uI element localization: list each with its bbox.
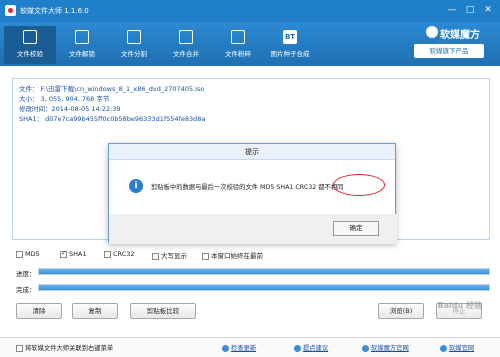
- website-link[interactable]: 软媒魔方官网: [362, 343, 409, 352]
- crc32-option[interactable]: CRC32: [104, 250, 135, 258]
- app-icon: [5, 5, 16, 16]
- md5-option[interactable]: MD5: [16, 250, 40, 258]
- watermark: Baidu 经验: [437, 301, 482, 310]
- file-path: 文件： F:\迅雷下载\cn_windows_8_1_x86_dvd_27074…: [19, 85, 205, 93]
- products-button[interactable]: 软媒旗下产品: [414, 44, 484, 58]
- cube-icon: [362, 344, 369, 352]
- dialog-message: 剪贴板中的数据与最后一次校验的文件 MD5 SHA1 CRC32 都不相同: [151, 184, 344, 191]
- bt-icon: BT: [283, 30, 297, 44]
- feedback-icon: [294, 344, 301, 352]
- tab-label: 图片种子合成: [270, 50, 310, 58]
- check-update-link[interactable]: 检查更新: [222, 343, 256, 352]
- sha1-label: SHA1: [69, 250, 87, 258]
- clipboard-compare-button[interactable]: 剪贴板比较: [130, 303, 196, 319]
- file-size: 大小： 3, 055, 904, 768 字节: [19, 95, 110, 103]
- uppercase-checkbox[interactable]: [152, 252, 159, 260]
- lock-icon: [75, 30, 89, 44]
- feedback-link[interactable]: 提点建议: [294, 343, 328, 352]
- official-site-label: 软媒官网: [449, 345, 475, 352]
- main-toolbar: 文件校验 文件解锁 文件分割 文件合并 文件粉碎 BT 图片种子合成 软媒魔方 …: [0, 22, 500, 66]
- close-button[interactable]: ✕: [480, 3, 496, 17]
- crc32-checkbox[interactable]: [104, 250, 111, 258]
- split-icon: [127, 30, 141, 44]
- globe-icon: [440, 344, 447, 352]
- tab-label: 文件粉碎: [225, 50, 251, 58]
- clear-button[interactable]: 清除: [16, 303, 62, 319]
- tab-file-unlock[interactable]: 文件解锁: [56, 26, 108, 64]
- complete-bar: [38, 284, 490, 291]
- md5-label: MD5: [25, 250, 40, 258]
- sha1-checkbox[interactable]: [60, 249, 67, 258]
- tab-file-merge[interactable]: 文件合并: [160, 26, 212, 64]
- dialog-footer: 确定: [109, 214, 397, 244]
- uppercase-option[interactable]: 大写显示: [152, 250, 187, 260]
- sha1-value: SHA1： d07e7ca99b455ff0c0b58be96333d1f554…: [19, 115, 206, 123]
- title-bar: 软媒文件大师 1.1.6.0 — □ ✕: [0, 0, 500, 22]
- modified-time: 修改时间：2014-08-05 14:22:39: [19, 105, 121, 113]
- complete-label: 完成：: [16, 286, 36, 294]
- dialog-title: 提示: [109, 144, 395, 160]
- tab-file-check[interactable]: 文件校验: [4, 26, 56, 64]
- tab-image-torrent[interactable]: BT 图片种子合成: [264, 26, 316, 64]
- prompt-dialog: 提示 i 剪贴板中的数据与最后一次校验的文件 MD5 SHA1 CRC32 都不…: [108, 143, 397, 244]
- window-title: 软媒文件大师 1.1.6.0: [20, 7, 89, 15]
- topmost-label: 本窗口始终在最前: [211, 252, 263, 260]
- shredder-icon: [231, 30, 245, 44]
- progress-fill: [39, 269, 489, 274]
- crc32-label: CRC32: [113, 250, 135, 258]
- file-check-icon: [23, 30, 37, 44]
- topmost-option[interactable]: 本窗口始终在最前: [202, 250, 263, 260]
- window-controls: — □ ✕: [444, 3, 496, 17]
- website-label: 软媒魔方官网: [371, 345, 409, 352]
- tab-file-shred[interactable]: 文件粉碎: [212, 26, 264, 64]
- md5-checkbox[interactable]: [16, 250, 23, 258]
- context-menu-checkbox[interactable]: [16, 344, 23, 352]
- tab-file-split[interactable]: 文件分割: [108, 26, 160, 64]
- topmost-checkbox[interactable]: [202, 252, 209, 260]
- copy-button[interactable]: 复制: [72, 303, 118, 319]
- complete-fill: [39, 285, 489, 290]
- uppercase-label: 大写显示: [161, 252, 187, 260]
- update-icon: [222, 344, 229, 352]
- tab-label: 文件解锁: [69, 50, 95, 58]
- check-update-label: 检查更新: [231, 345, 257, 352]
- minimize-button[interactable]: —: [444, 3, 460, 17]
- maximize-button[interactable]: □: [462, 3, 478, 17]
- official-site-link[interactable]: 软媒官网: [440, 343, 474, 352]
- progress-bar: [38, 268, 490, 275]
- brand-logo-icon: [426, 26, 438, 38]
- tab-label: 文件校验: [17, 50, 43, 58]
- feedback-label: 提点建议: [303, 345, 329, 352]
- info-icon: i: [129, 179, 143, 193]
- context-menu-option[interactable]: 将软媒文件大师关联到右键菜单: [16, 343, 113, 352]
- tab-label: 文件合并: [173, 50, 199, 58]
- browse-button[interactable]: 浏览(B): [378, 303, 424, 319]
- red-annotation-circle: [333, 174, 385, 196]
- status-bar: 将软媒文件大师关联到右键菜单 检查更新 提点建议 软媒魔方官网 软媒官网: [0, 337, 500, 357]
- context-menu-label: 将软媒文件大师关联到右键菜单: [25, 345, 114, 352]
- sha1-option[interactable]: SHA1: [60, 249, 87, 258]
- progress-label: 进度：: [16, 270, 36, 278]
- merge-icon: [179, 30, 193, 44]
- tab-label: 文件分割: [121, 50, 147, 58]
- ok-button[interactable]: 确定: [333, 221, 379, 236]
- brand-name: 软媒魔方: [440, 30, 480, 41]
